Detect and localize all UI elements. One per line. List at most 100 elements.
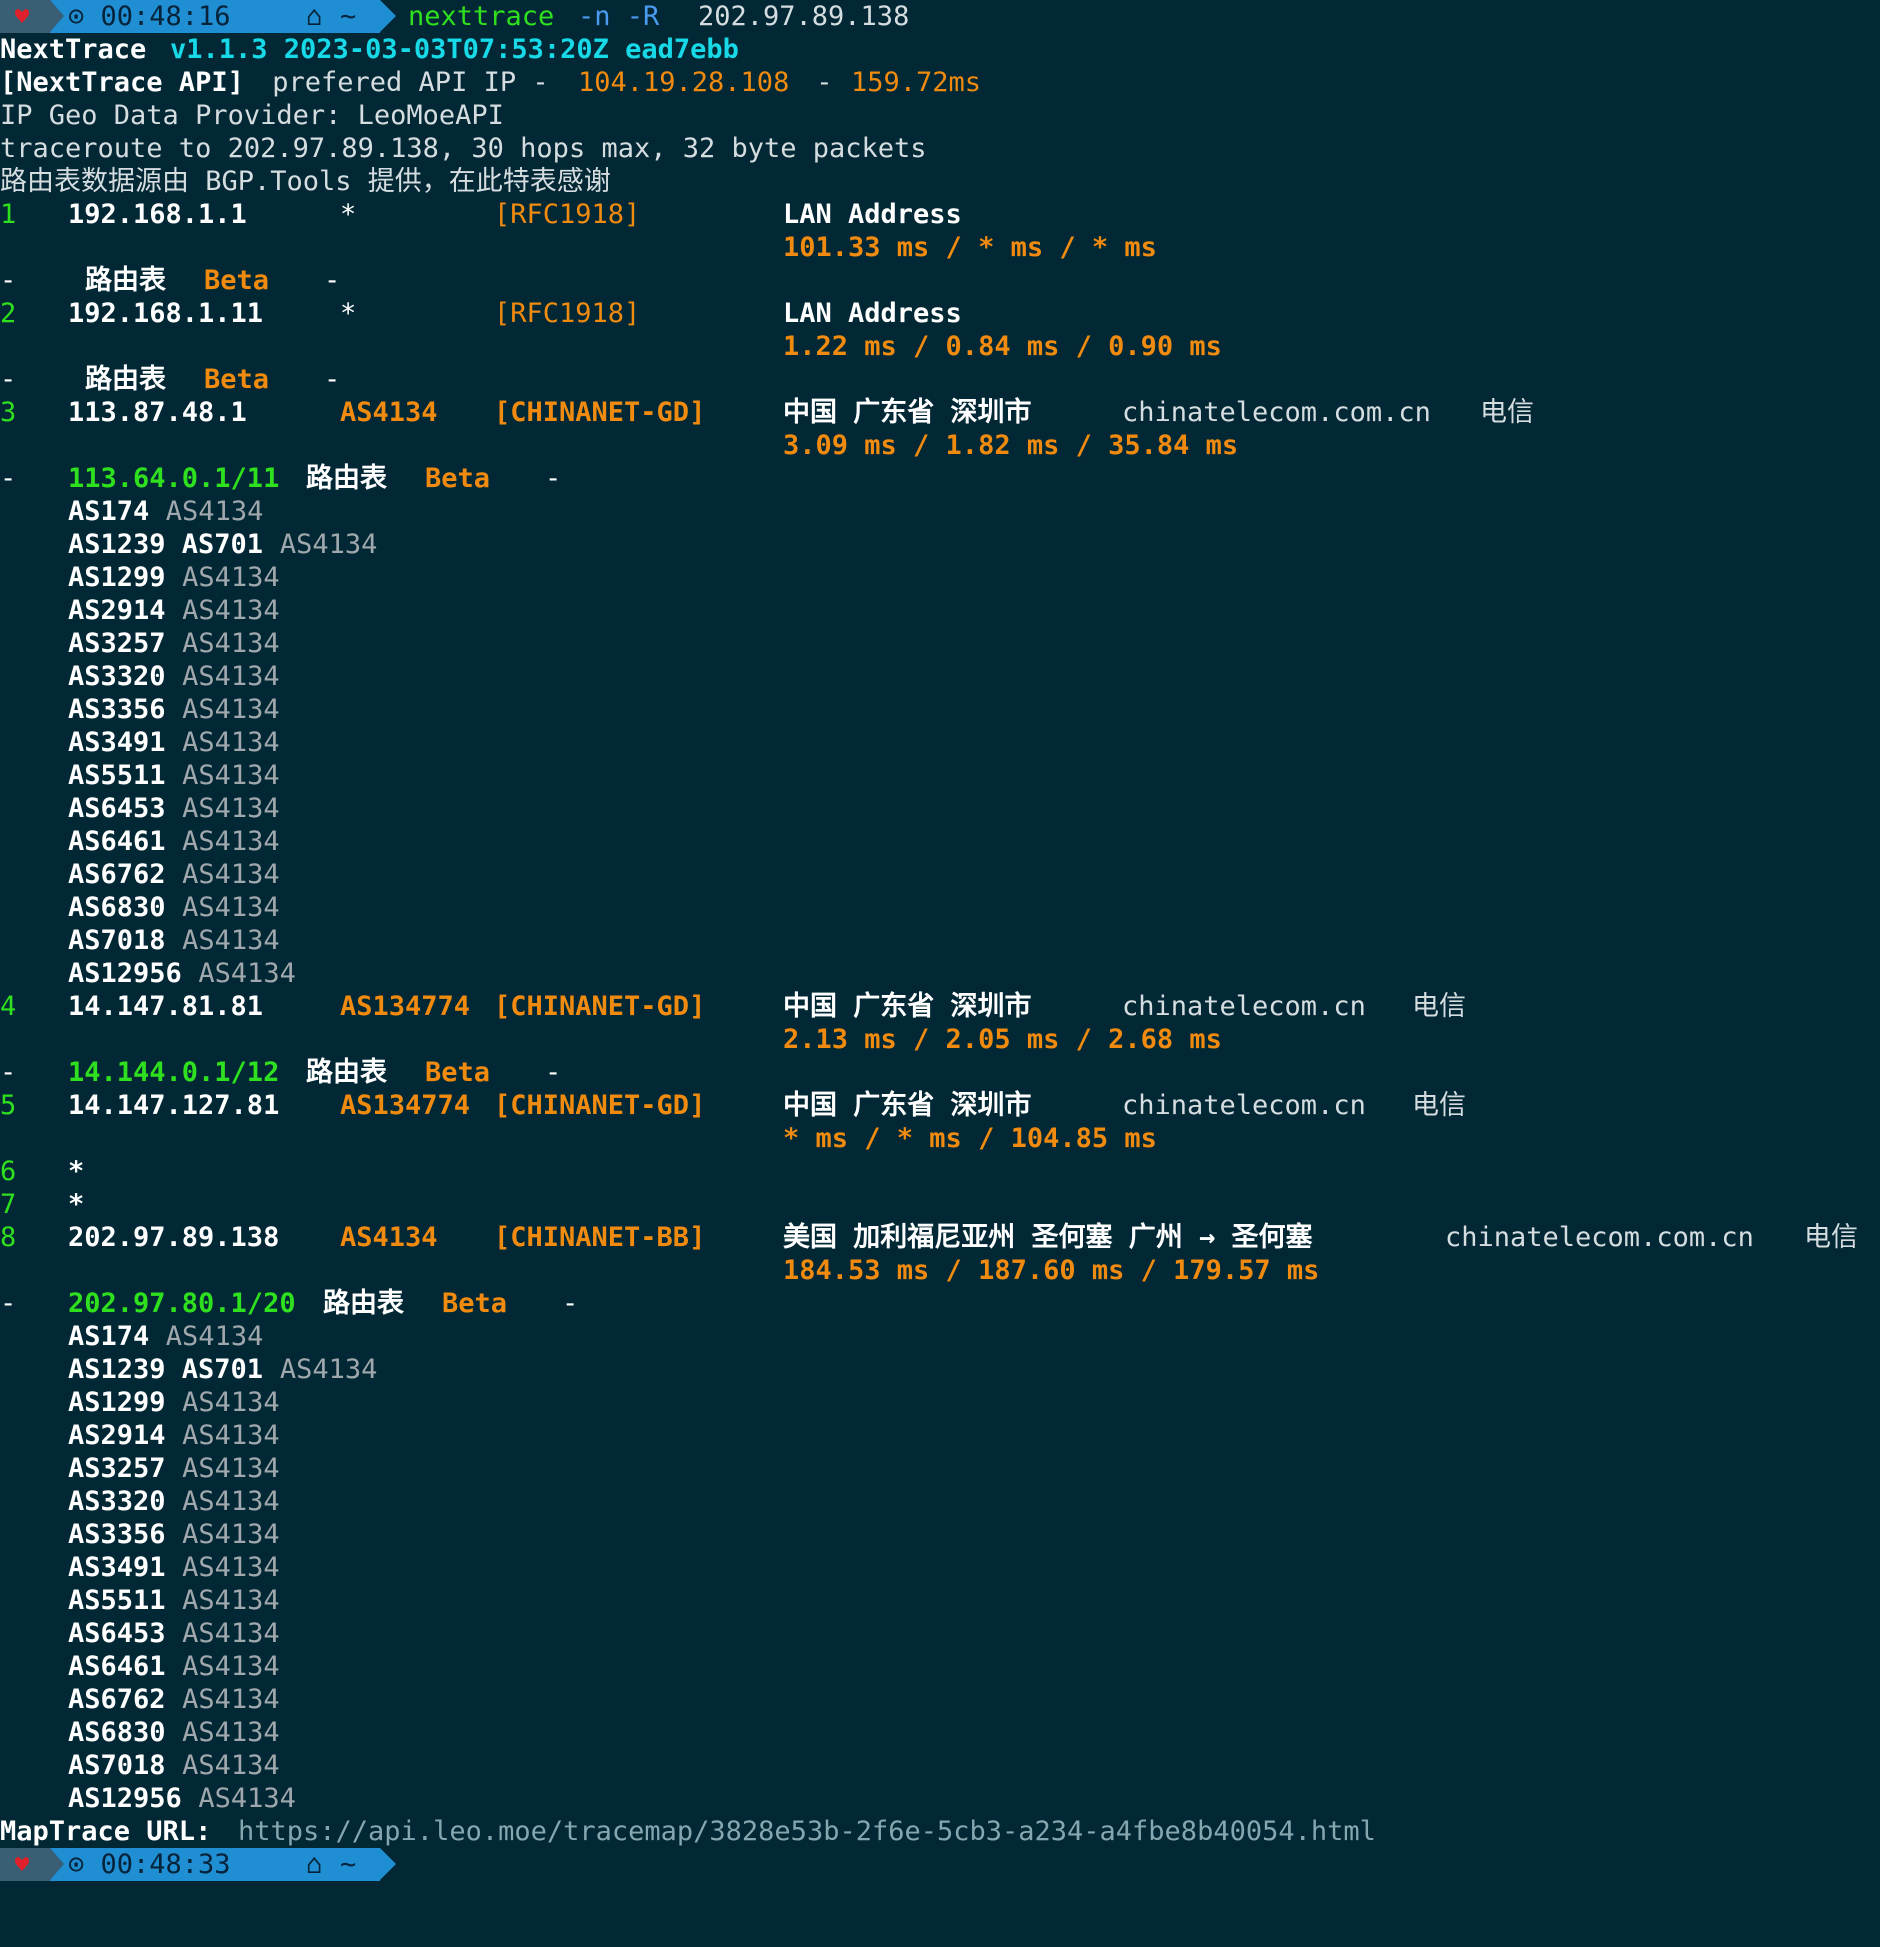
as-origin: AS4134 xyxy=(182,727,280,758)
command-flags: -n -R xyxy=(578,1,660,32)
as-path: AS1239 AS701 xyxy=(68,529,264,560)
hop-geo: LAN Address xyxy=(783,298,962,329)
hop-number: 5 xyxy=(0,1090,17,1121)
as-origin: AS4134 xyxy=(165,496,264,527)
hop-netname: [CHINANET-BB] xyxy=(494,1222,706,1253)
hop-row: 6 * xyxy=(0,1155,84,1188)
as-origin: AS4134 xyxy=(182,1552,280,1583)
as-path: AS3320 xyxy=(68,661,166,692)
as-path: AS3356 xyxy=(68,1519,166,1550)
as-origin: AS4134 xyxy=(182,562,280,593)
hop-row: 4 14.147.81.81 AS134774 [CHINANET-GD] 中国… xyxy=(0,990,1466,1023)
route-table-row: - 113.64.0.1/11 路由表 Beta - xyxy=(0,462,561,495)
route-dash: - xyxy=(0,364,17,395)
hop-asn: AS4134 xyxy=(340,1222,438,1253)
hop-number: 8 xyxy=(0,1222,17,1253)
route-end: - xyxy=(324,265,341,296)
hop-netname: [RFC1918] xyxy=(494,298,641,329)
hop-rtt-row: 2.13 ms / 2.05 ms / 2.68 ms xyxy=(0,1023,1222,1056)
route-dash: - xyxy=(0,463,17,494)
route-beta: Beta xyxy=(204,364,270,395)
hop-row: 5 14.147.127.81 AS134774 [CHINANET-GD] 中… xyxy=(0,1089,1466,1122)
hop-rtt: 1.22 ms / 0.84 ms / 0.90 ms xyxy=(783,331,1222,362)
route-label: 路由表 xyxy=(306,1057,387,1088)
traceroute-line: traceroute to 202.97.89.138, 30 hops max… xyxy=(0,133,927,164)
hop-row: 8 202.97.89.138 AS4134 [CHINANET-BB] 美国 … xyxy=(0,1221,1858,1254)
hop-ip: * xyxy=(68,1156,85,1187)
hop-ip: 14.147.127.81 xyxy=(68,1090,280,1121)
as-origin: AS4134 xyxy=(182,1453,280,1484)
as-path: AS3491 xyxy=(68,1552,166,1583)
route-beta: Beta xyxy=(204,265,270,296)
hop-number: 6 xyxy=(0,1156,17,1187)
as-origin: AS4134 xyxy=(182,760,280,791)
hop-rtt-row: 101.33 ms / * ms / * ms xyxy=(0,231,1157,264)
as-path: AS5511 xyxy=(68,760,166,791)
hop-ip: * xyxy=(68,1189,85,1220)
as-path: AS3356 xyxy=(68,694,166,725)
as-origin: AS4134 xyxy=(182,1618,280,1649)
hop-asn: AS134774 xyxy=(340,1090,471,1121)
heart-icon xyxy=(14,1857,30,1871)
as-origin: AS4134 xyxy=(182,892,280,923)
as-origin: AS4134 xyxy=(279,529,378,560)
route-label: 路由表 xyxy=(85,265,166,296)
hop-domain: chinatelecom.cn xyxy=(1122,1090,1366,1121)
route-end: - xyxy=(324,364,341,395)
as-path: AS6453 xyxy=(68,1618,166,1649)
route-table-row: - 14.144.0.1/12 路由表 Beta - xyxy=(0,1056,561,1089)
hop-netname: [CHINANET-GD] xyxy=(494,991,706,1022)
maptrace-url[interactable]: https://api.leo.moe/tracemap/3828e53b-2f… xyxy=(238,1815,1376,1848)
hop-asn: AS134774 xyxy=(340,991,471,1022)
api-text: prefered API IP - xyxy=(256,67,565,98)
command-line: nexttrace -n -R 202.97.89.138 xyxy=(0,0,909,33)
hop-number: 2 xyxy=(0,298,17,329)
as-origin: AS4134 xyxy=(182,1420,280,1451)
hop-rtt: * ms / * ms / 104.85 ms xyxy=(783,1123,1157,1154)
as-path: AS5511 xyxy=(68,1585,166,1616)
hop-asn: AS4134 xyxy=(340,397,438,428)
as-path: AS174 xyxy=(68,1321,150,1352)
as-path: AS3257 xyxy=(68,628,166,659)
as-path: AS6453 xyxy=(68,793,166,824)
hop-geo: 中国 广东省 深圳市 xyxy=(783,991,1032,1022)
as-origin: AS4134 xyxy=(182,1387,280,1418)
hop-number: 4 xyxy=(0,991,17,1022)
hop-number: 3 xyxy=(0,397,17,428)
route-table-row: - 路由表 Beta - xyxy=(0,264,340,297)
prompt-dir: ~ xyxy=(340,1,357,32)
route-beta: Beta xyxy=(425,463,491,494)
as-path: AS7018 xyxy=(68,925,166,956)
route-prefix: 202.97.80.1/20 xyxy=(68,1288,296,1319)
prompt-dir: ~ xyxy=(340,1849,357,1880)
hop-row: 3 113.87.48.1 AS4134 [CHINANET-GD] 中国 广东… xyxy=(0,396,1534,429)
hop-rtt: 101.33 ms / * ms / * ms xyxy=(783,232,1157,263)
hop-isp: 电信 xyxy=(1480,397,1534,428)
as-origin: AS4134 xyxy=(182,859,280,890)
as-origin: AS4134 xyxy=(182,1651,280,1682)
hop-domain: chinatelecom.com.cn xyxy=(1445,1222,1754,1253)
route-table-row: - 路由表 Beta - xyxy=(0,363,340,396)
hop-ip: 14.147.81.81 xyxy=(68,991,264,1022)
as-origin: AS4134 xyxy=(182,1684,280,1715)
route-end: - xyxy=(562,1288,579,1319)
hop-isp: 电信 xyxy=(1412,1090,1466,1121)
hop-rtt-row: 184.53 ms / 187.60 ms / 179.57 ms xyxy=(0,1254,1319,1287)
as-origin: AS4134 xyxy=(198,958,296,989)
as-origin: AS4134 xyxy=(198,1783,296,1814)
as-path: AS1299 xyxy=(68,1387,166,1418)
hop-domain: chinatelecom.cn xyxy=(1122,991,1366,1022)
as-path: AS12956 xyxy=(68,958,182,989)
as-origin: AS4134 xyxy=(182,1486,280,1517)
command-name: nexttrace xyxy=(408,1,555,32)
hop-geo: LAN Address xyxy=(783,199,962,230)
as-origin: AS4134 xyxy=(182,826,280,857)
route-dash: - xyxy=(0,265,17,296)
as-origin: AS4134 xyxy=(182,925,280,956)
route-beta: Beta xyxy=(442,1288,508,1319)
terminal-window[interactable]: ⊙ 00:48:16 ⌂ ~ nexttrace -n -R 202.97.89… xyxy=(0,0,1880,1884)
hop-asn: * xyxy=(340,199,357,230)
as-origin: AS4134 xyxy=(182,793,280,824)
api-line: [NextTrace API] prefered API IP - 104.19… xyxy=(0,66,981,99)
hop-ip: 192.168.1.1 xyxy=(68,199,247,230)
